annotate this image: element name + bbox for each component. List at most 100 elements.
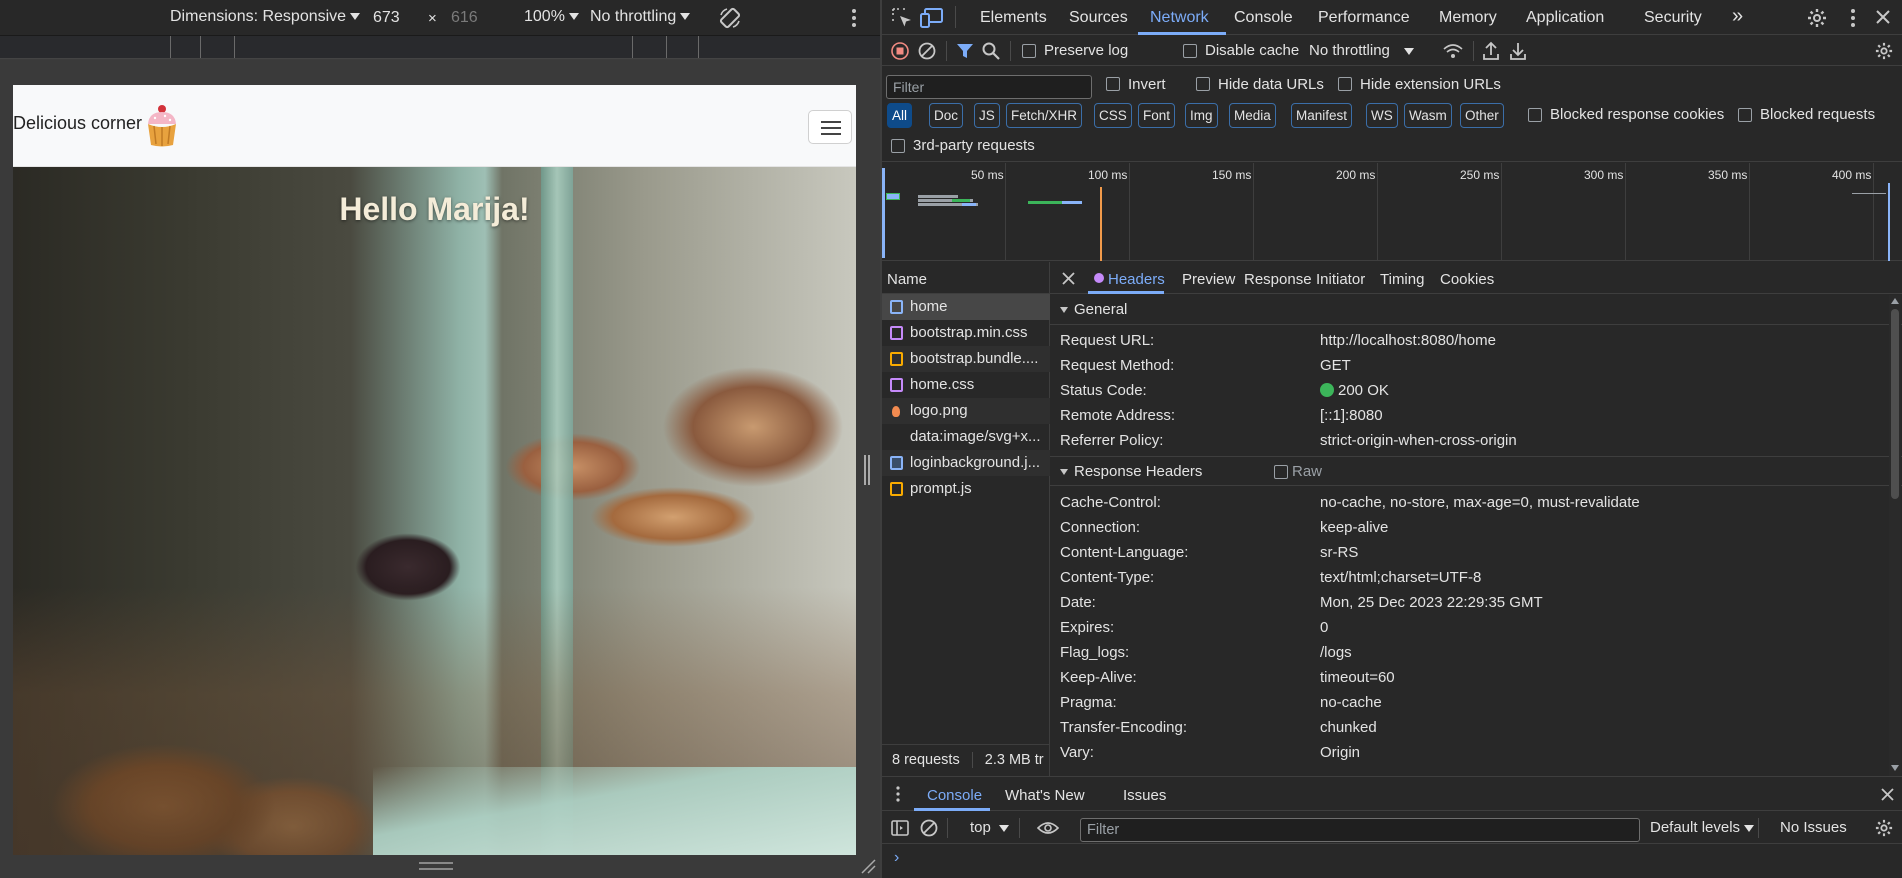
type-chip-media[interactable]: Media (1229, 103, 1276, 128)
drawer-tab-whats-new[interactable]: What's New (1005, 787, 1085, 804)
import-har-icon[interactable] (1482, 41, 1500, 61)
brand-text[interactable]: Delicious corner (13, 113, 142, 134)
active-detail-tab-indicator (1088, 291, 1164, 294)
third-party-checkbox[interactable] (891, 139, 905, 153)
tab-console[interactable]: Console (1234, 9, 1293, 27)
issues-counter[interactable]: No Issues (1780, 819, 1847, 836)
type-chip-ws[interactable]: WS (1366, 103, 1398, 128)
invert-checkbox[interactable] (1106, 77, 1120, 91)
tab-preview[interactable]: Preview (1182, 271, 1235, 288)
response-headers-section-header[interactable]: Response Headers Raw (1050, 456, 1902, 486)
detail-scrollbar[interactable] (1889, 295, 1901, 776)
type-chip-css[interactable]: CSS (1094, 103, 1132, 128)
blocked-requests-checkbox[interactable] (1738, 108, 1752, 122)
console-filter-input[interactable]: Filter (1080, 818, 1640, 842)
request-name: logo.png (910, 402, 968, 419)
tab-timing[interactable]: Timing (1380, 271, 1424, 288)
log-levels-dropdown[interactable]: Default levels (1650, 819, 1755, 836)
type-chip-other[interactable]: Other (1460, 103, 1504, 128)
width-input[interactable]: 673 (365, 4, 425, 31)
zoom-dropdown[interactable]: 100% (524, 8, 579, 26)
request-row[interactable]: data:image/svg+x... (882, 424, 1050, 450)
tab-performance[interactable]: Performance (1318, 9, 1410, 27)
more-vertical-icon[interactable] (1849, 8, 1857, 28)
general-section-header[interactable]: General (1050, 295, 1902, 325)
clear-icon[interactable] (918, 42, 936, 60)
more-vertical-icon[interactable] (850, 8, 858, 28)
sidebar-toggle-icon[interactable] (891, 819, 909, 837)
context-selector[interactable]: top (970, 819, 1009, 836)
type-chip-wasm[interactable]: Wasm (1404, 103, 1452, 128)
header-row: Remote Address: [::1]:8080 (1060, 407, 1383, 424)
drawer-tab-issues[interactable]: Issues (1123, 787, 1166, 804)
resize-corner-icon[interactable] (860, 858, 876, 874)
filter-icon[interactable] (956, 42, 974, 60)
tab-network[interactable]: Network (1150, 9, 1209, 27)
tab-sources[interactable]: Sources (1069, 9, 1128, 27)
console-prompt[interactable]: › (894, 849, 899, 867)
request-row[interactable]: home.css (882, 372, 1050, 398)
cupcake-logo[interactable] (145, 104, 179, 148)
request-row[interactable]: bootstrap.bundle.... (882, 346, 1050, 372)
network-overview-timeline[interactable]: 50 ms 100 ms 150 ms 200 ms 250 ms 300 ms… (882, 163, 1902, 261)
type-chip-manifest[interactable]: Manifest (1291, 103, 1353, 128)
request-row[interactable]: prompt.js (882, 476, 1050, 502)
tab-initiator[interactable]: Initiator (1316, 271, 1365, 288)
type-chip-font[interactable]: Font (1138, 103, 1176, 128)
blocked-response-cookies-checkbox[interactable] (1528, 108, 1542, 122)
type-chip-doc[interactable]: Doc (929, 103, 964, 128)
raw-checkbox[interactable] (1274, 465, 1288, 479)
name-column-header[interactable]: Name (882, 262, 1050, 294)
image-icon (890, 456, 903, 470)
drawer-tab-console[interactable]: Console (927, 787, 982, 804)
disable-cache-checkbox[interactable] (1183, 44, 1197, 58)
network-conditions-icon[interactable] (1442, 42, 1464, 60)
network-throttling-value: No throttling (1309, 42, 1390, 59)
rotate-icon[interactable] (718, 6, 742, 30)
type-chip-img[interactable]: Img (1185, 103, 1218, 128)
type-chip-fetch-xhr[interactable]: Fetch/XHR (1006, 103, 1083, 128)
request-summary: 8 requests 2.3 MB tr (882, 744, 1050, 776)
tab-memory[interactable]: Memory (1439, 9, 1497, 27)
close-drawer-icon[interactable] (1881, 788, 1894, 801)
request-row-home[interactable]: home (882, 294, 1050, 320)
scrollbar-thumb[interactable] (1891, 309, 1899, 499)
request-row[interactable]: logo.png (882, 398, 1050, 424)
request-row[interactable]: bootstrap.min.css (882, 320, 1050, 346)
close-detail-icon[interactable] (1062, 272, 1075, 285)
settings-gear-icon[interactable] (1807, 8, 1827, 28)
tab-response[interactable]: Response (1244, 271, 1312, 288)
drawer-menu-icon[interactable] (895, 786, 901, 802)
console-settings-gear-icon[interactable] (1875, 819, 1893, 837)
clear-console-icon[interactable] (920, 819, 938, 837)
device-toolbar-icon[interactable] (920, 7, 944, 29)
tab-cookies[interactable]: Cookies (1440, 271, 1494, 288)
type-chip-js[interactable]: JS (974, 103, 1000, 128)
record-stop-icon[interactable] (891, 42, 909, 60)
live-expression-eye-icon[interactable] (1037, 820, 1059, 836)
network-filter-input[interactable]: Filter (886, 75, 1092, 99)
resize-handle-bottom[interactable] (419, 862, 453, 870)
export-har-icon[interactable] (1509, 41, 1527, 61)
hide-data-urls-checkbox[interactable] (1196, 77, 1210, 91)
inspect-element-icon[interactable] (891, 7, 913, 29)
network-throttling-dropdown[interactable]: No throttling (1309, 42, 1414, 59)
close-icon[interactable] (1876, 10, 1890, 24)
dimensions-dropdown[interactable]: Dimensions: Responsive (170, 8, 361, 26)
more-tabs-icon[interactable]: » (1732, 5, 1743, 28)
throttling-dropdown[interactable]: No throttling (590, 8, 691, 26)
search-icon[interactable] (982, 42, 1000, 60)
tab-headers[interactable]: Headers (1108, 271, 1165, 288)
request-row[interactable]: loginbackground.j... (882, 450, 1050, 476)
tab-application[interactable]: Application (1526, 9, 1604, 27)
resize-handle-right[interactable] (864, 455, 870, 485)
tab-security[interactable]: Security (1644, 9, 1702, 27)
hide-extension-urls-checkbox[interactable] (1338, 77, 1352, 91)
tab-elements[interactable]: Elements (980, 9, 1047, 27)
network-settings-gear-icon[interactable] (1875, 42, 1893, 60)
type-chip-all[interactable]: All (887, 103, 913, 128)
preserve-log-checkbox[interactable] (1022, 44, 1036, 58)
navbar-toggler-button[interactable] (808, 110, 852, 144)
height-input[interactable]: 616 (443, 4, 503, 31)
invert-label: Invert (1128, 76, 1166, 93)
